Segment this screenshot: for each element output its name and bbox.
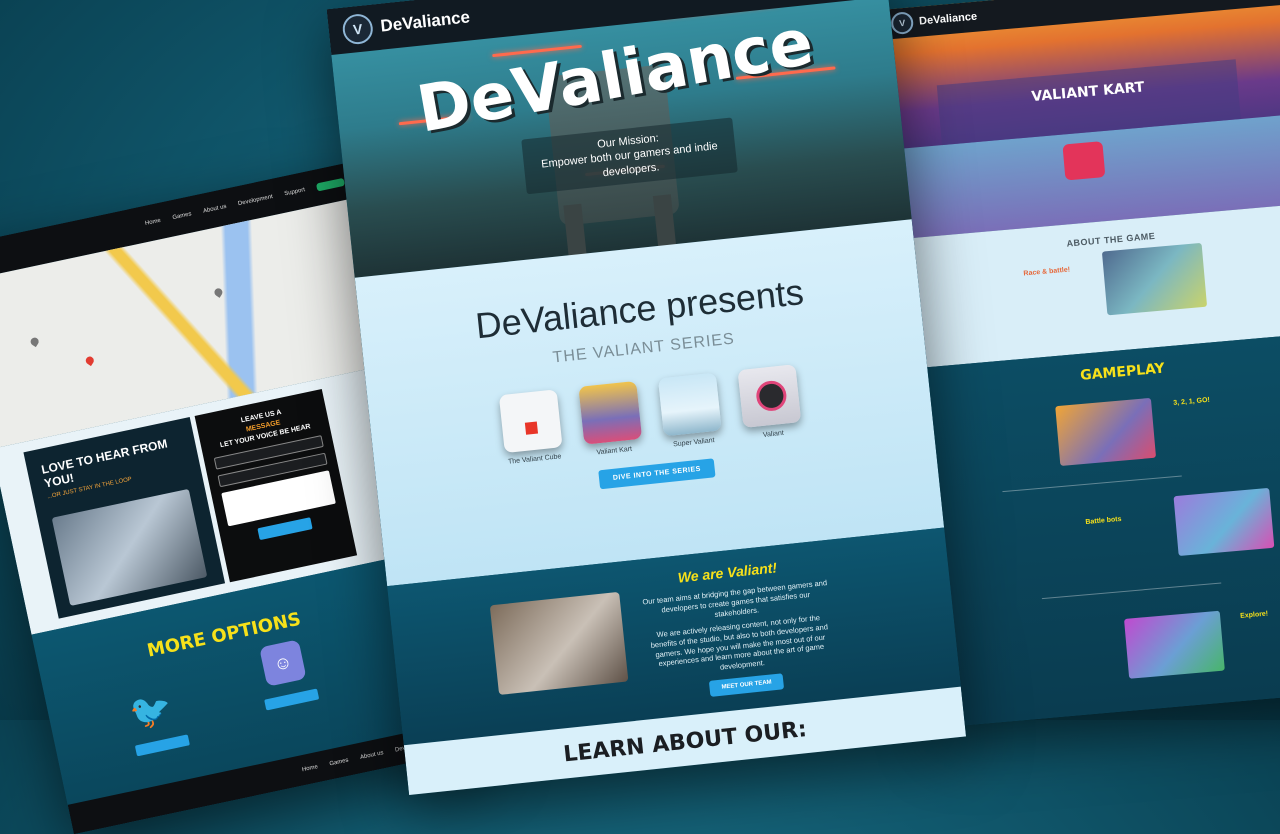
gameplay-divider — [1002, 475, 1182, 493]
map-pin-icon[interactable] — [212, 286, 224, 298]
map-pin-icon[interactable] — [84, 355, 96, 367]
gameplay-section: GAMEPLAY 3, 2, 1, GO! Battle bots Explor… — [911, 332, 1280, 728]
discord-icon[interactable]: ☺ — [259, 639, 307, 687]
game-thumbnail[interactable] — [578, 380, 643, 445]
game-card[interactable]: The Valiant Cube — [497, 389, 566, 466]
submit-button[interactable] — [257, 517, 313, 541]
contact-intro: LOVE TO HEAR FROM YOU! ...OR JUST STAY I… — [23, 417, 226, 619]
game-name: The Valiant Cube — [507, 453, 562, 466]
valiant-heading: We are Valiant! — [677, 559, 778, 586]
twitter-icon[interactable]: 🐦 — [126, 687, 176, 735]
cube-graphic — [524, 421, 539, 435]
gameplay-screenshot[interactable] — [1173, 487, 1275, 557]
game-thumbnail[interactable] — [657, 372, 722, 437]
gameplay-label: 3, 2, 1, GO! — [1173, 396, 1211, 407]
game-name: Valiant — [762, 429, 785, 439]
gameplay-divider — [1041, 582, 1222, 600]
twitter-button[interactable] — [134, 734, 190, 757]
gameplay-screenshot[interactable] — [1055, 397, 1157, 467]
map-pin-icon[interactable] — [29, 336, 41, 348]
character-graphic — [754, 379, 788, 413]
team-photo — [489, 591, 629, 695]
game-thumbnail[interactable] — [737, 364, 802, 428]
nav-about[interactable]: About us — [203, 204, 227, 215]
game-card[interactable]: Valiant — [736, 364, 805, 441]
gameplay-label: Explore! — [1239, 610, 1269, 620]
kart-hero: VALIANT KART — [880, 0, 1280, 240]
game-thumbnail[interactable] — [498, 389, 563, 454]
gameplay-screenshot[interactable] — [1124, 610, 1225, 679]
presents-section: DeValiance presents THE VALIANT SERIES T… — [354, 219, 945, 587]
nav-development[interactable]: Development — [238, 194, 274, 207]
dive-into-series-button[interactable]: DIVE INTO THE SERIES — [597, 458, 716, 490]
laptop-photo — [51, 488, 208, 606]
nav-support[interactable]: Support — [284, 187, 306, 197]
meet-our-team-button[interactable]: MEET OUR TEAM — [708, 673, 785, 697]
game-name: Super Valiant — [672, 437, 715, 449]
nav-games[interactable]: Games — [172, 211, 192, 221]
about-screenshot[interactable] — [1101, 242, 1208, 316]
devaliance-logo-icon[interactable]: V — [341, 12, 375, 46]
brand-name[interactable]: DeValiance — [380, 7, 471, 36]
footer-about[interactable]: About us — [360, 750, 384, 761]
nav-cta-pill[interactable] — [315, 177, 346, 192]
kart-graphic — [1062, 141, 1106, 181]
footer-games[interactable]: Games — [329, 758, 349, 768]
message-form: LEAVE US A MESSAGE LET YOUR VOICE BE HEA… — [194, 388, 358, 583]
game-card[interactable]: Valiant Kart — [576, 380, 645, 458]
gameplay-label: Battle bots — [1085, 515, 1122, 527]
game-card[interactable]: Super Valiant — [656, 372, 725, 449]
kart-hero-title: VALIANT KART — [1030, 79, 1146, 106]
home-page-preview: DeValiance Our Mission: Empower both our… — [326, 0, 967, 795]
devaliance-logo-icon[interactable]: V — [890, 11, 915, 36]
footer-home[interactable]: Home — [302, 764, 319, 773]
right-brand[interactable]: DeValiance — [919, 11, 978, 28]
game-name: Valiant Kart — [596, 445, 633, 457]
about-feature-title: Race & battle! — [1023, 266, 1071, 278]
discord-button[interactable] — [264, 688, 320, 711]
nav-home[interactable]: Home — [145, 218, 162, 227]
